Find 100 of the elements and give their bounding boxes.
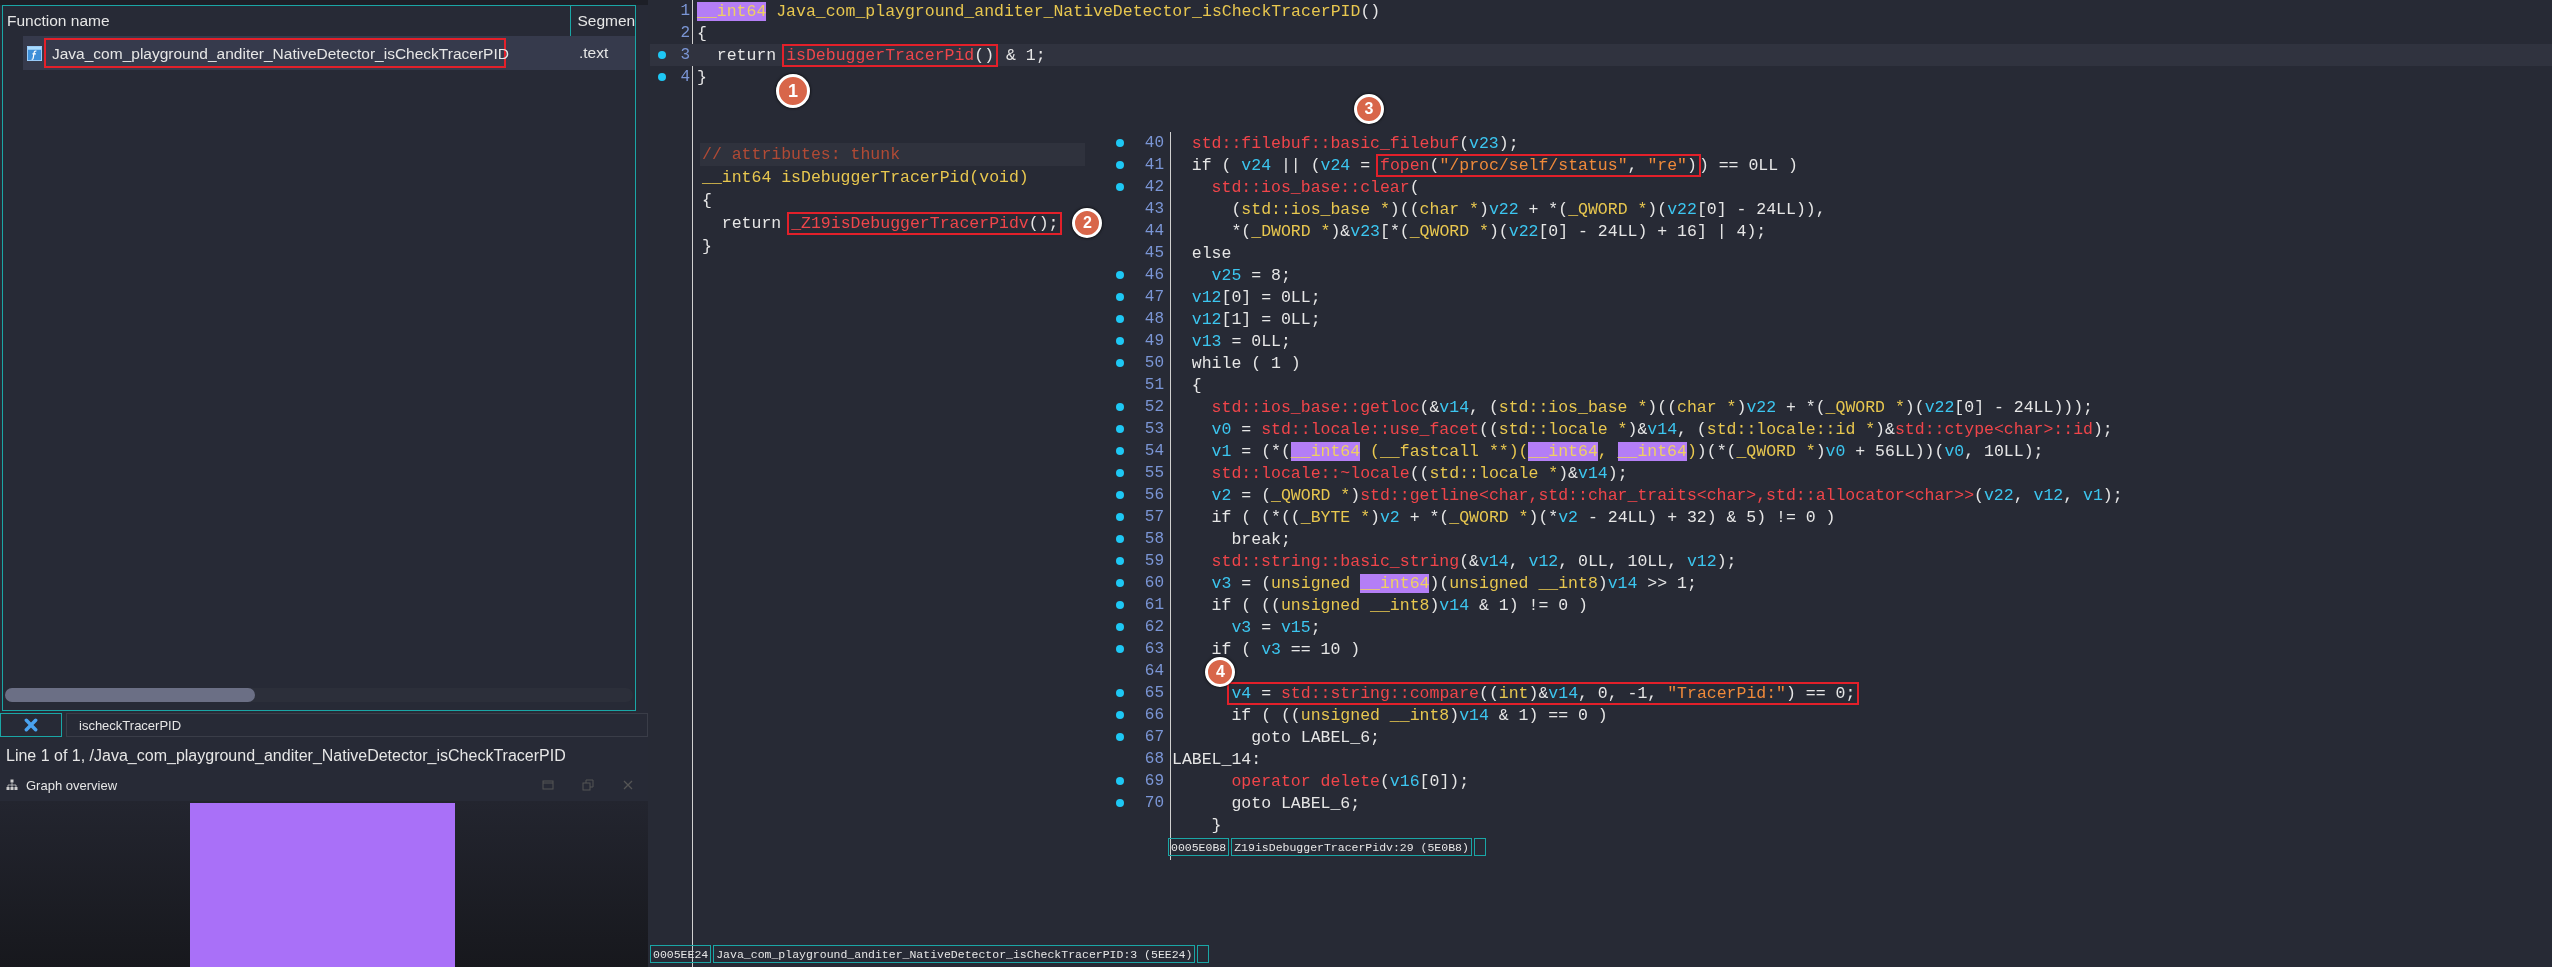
code-text: v12[0] = 0LL;	[1190, 287, 1321, 307]
code-text: v12[1] = 0LL;	[1190, 309, 1321, 329]
code-text: goto LABEL_6;	[1250, 727, 1380, 747]
segment-name: .text	[579, 44, 609, 62]
line-number: 60	[1144, 574, 1164, 592]
location-label: Java_com_playground_anditer_NativeDetector_isCheckTracerPID:3 (5EE24)	[713, 945, 1196, 963]
panel-title: Graph overview	[26, 777, 118, 793]
line-number: 46	[1144, 266, 1164, 284]
code-text: v2 = (_QWORD *)std::getline<char,std::char_traits<char>,std::allocator<char>>(v22, v12, v1);	[1210, 485, 2123, 505]
code-text: std::ios_base::getloc(&v14, (std::ios_base *)((char *)v22 + *(_QWORD *)(v22[0] - 24LL)));	[1210, 397, 2093, 417]
line-number: 65	[1144, 684, 1164, 702]
graph-viewport[interactable]	[190, 803, 455, 967]
code-text: while ( 1 )	[1190, 353, 1301, 373]
code-text: if ( ((unsigned __int8)v14 & 1) == 0 )	[1230, 705, 1608, 725]
function-icon	[27, 45, 42, 61]
code-text: if ( v3 == 10 )	[1210, 639, 1361, 659]
code-text: {	[1190, 375, 1202, 395]
line-number: 53	[1144, 420, 1164, 438]
line-number: 61	[1144, 596, 1164, 614]
step-badge: 1	[776, 74, 811, 108]
code-text: v0 = std::locale::use_facet((std::locale *)&v14, (std::locale::id *)&std::ctype<char>::id);	[1210, 419, 2113, 439]
line-number: 50	[1144, 354, 1164, 372]
line-number: 44	[1144, 222, 1164, 240]
annotation-box: v4 = std::string::compare((int)&v14, 0, -1, "TracerPid:") == 0;	[1227, 681, 1860, 705]
line-number: 52	[1144, 398, 1164, 416]
line-number: 3	[680, 46, 690, 64]
code-text: {	[702, 191, 712, 210]
line-number: 2	[680, 24, 690, 42]
line-number: 63	[1144, 640, 1164, 658]
code-text: operator delete(v16[0]);	[1230, 771, 1470, 791]
code-text: if ( ((unsigned __int8)v14 & 1) != 0 )	[1210, 595, 1588, 615]
line-number: 62	[1144, 618, 1164, 636]
line-number: 58	[1144, 530, 1164, 548]
code-text: __int64 Java_com_playground_anditer_NativeDetector_isCheckTracerPID()	[697, 1, 1381, 21]
code-text: __int64 isDebuggerTracerPid(void)	[702, 168, 1029, 187]
code-text: v13 = 0LL;	[1190, 331, 1291, 351]
code-text: std::ios_base::clear(	[1210, 177, 1420, 197]
scrollbar-thumb[interactable]	[5, 688, 255, 702]
line-number: 41	[1144, 156, 1164, 174]
code-text: }	[702, 237, 712, 256]
line-number: 56	[1144, 486, 1164, 504]
code-text: v3 = v15;	[1230, 617, 1321, 637]
line-number: 68	[1144, 750, 1164, 768]
filter-field[interactable]: ischeckTracerPID	[66, 713, 648, 737]
line-number: 47	[1144, 288, 1164, 306]
location-label: Z19isDebuggerTracerPidv:29 (5E0B8)	[1231, 838, 1472, 856]
code-text: & 1;	[1004, 45, 1046, 65]
dock-icon[interactable]	[542, 779, 554, 791]
code-text: std::filebuf::basic_filebuf(v23);	[1190, 133, 1519, 153]
line-number: 70	[1144, 794, 1164, 812]
close-icon[interactable]	[622, 779, 634, 791]
column-header[interactable]: Segmen	[571, 12, 635, 30]
clear-filter-button[interactable]	[0, 713, 62, 737]
line-number: 67	[1144, 728, 1164, 746]
address-label: 0005E0B8	[1168, 838, 1230, 856]
line-number: 66	[1144, 706, 1164, 724]
code-text: return	[720, 214, 783, 233]
line-number: 57	[1144, 508, 1164, 526]
line-number: 40	[1144, 134, 1164, 152]
line-number: 1	[680, 2, 690, 20]
code-text: }	[1210, 815, 1222, 835]
line-number: 43	[1144, 200, 1164, 218]
code-text: if ( (*((_BYTE *)v2 + *(_QWORD *)(*v2 - 24LL) + 32) & 5) != 0 )	[1210, 507, 1836, 527]
code-text: std::string::basic_string(&v14, v12, 0LL, 10LL, v12);	[1210, 551, 1737, 571]
code-text: v3 = (unsigned __int64)(unsigned __int8)v14 >> 1;	[1210, 573, 1697, 593]
restore-icon[interactable]	[582, 779, 594, 791]
step-badge: 4	[1205, 657, 1236, 687]
line-number: 59	[1144, 552, 1164, 570]
line-number: 51	[1144, 376, 1164, 394]
graph-icon	[6, 779, 18, 791]
line-number: 55	[1144, 464, 1164, 482]
code-text: (std::ios_base *)((char *)v22 + *(_QWORD *)(v22[0] - 24LL)),	[1230, 199, 1826, 219]
status-text: Line 1 of 1, /Java_com_playground_anditer_NativeDetector_isCheckTracerPID	[5, 746, 567, 766]
code-text: // attributes: thunk	[702, 145, 901, 164]
line-number: 42	[1144, 178, 1164, 196]
line-number: 49	[1144, 332, 1164, 350]
status-box	[1197, 945, 1210, 963]
line-number: 54	[1144, 442, 1164, 460]
annotation-box: isDebuggerTracerPid()	[782, 43, 999, 67]
code-text: goto LABEL_6;	[1230, 793, 1361, 813]
close-icon	[24, 718, 38, 732]
line-number: 64	[1144, 662, 1164, 680]
annotation-box: fopen("/proc/self/status", "re")	[1376, 153, 1701, 177]
code-text: *(_DWORD *)&v23[*(_QWORD *)(v22[0] - 24LL) + 16] | 4);	[1230, 221, 1767, 241]
line-number: 48	[1144, 310, 1164, 328]
status-box	[1473, 838, 1486, 856]
code-text: else	[1190, 243, 1232, 263]
annotation-box: _Z19isDebuggerTracerPidv();	[787, 212, 1063, 235]
code-text: return	[715, 45, 778, 65]
line-number: 4	[680, 68, 690, 86]
scrollbar[interactable]	[5, 688, 633, 702]
step-badge: 3	[1353, 94, 1384, 124]
line-number: 69	[1144, 772, 1164, 790]
code-text: if ( v24 || (v24 =	[1190, 155, 1372, 175]
code-text: break;	[1230, 529, 1291, 549]
code-text: v25 = 8;	[1210, 265, 1291, 285]
code-text: LABEL_14:	[1172, 749, 1262, 769]
code-text: {	[697, 23, 707, 43]
line-number: 45	[1144, 244, 1164, 262]
code-text: std::locale::~locale((std::locale *)&v14);	[1210, 463, 1628, 483]
